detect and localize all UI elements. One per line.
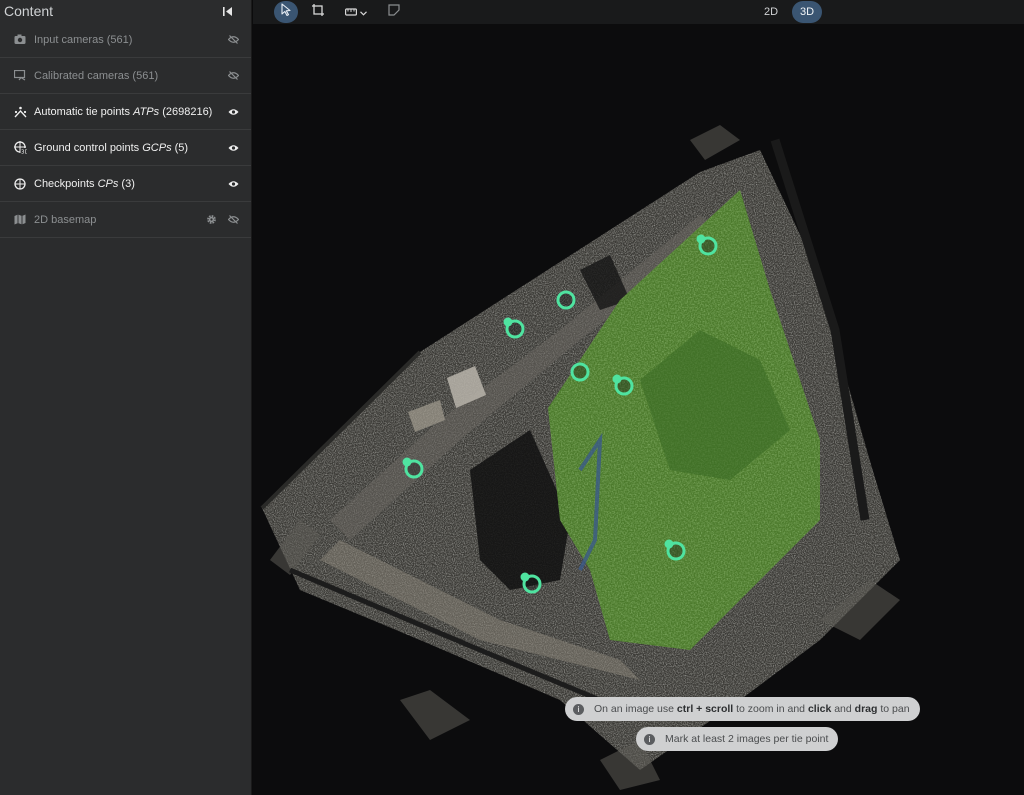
svg-text:3D: 3D (21, 150, 27, 155)
settings-gear-icon[interactable] (205, 214, 217, 226)
ruler-icon (345, 3, 358, 21)
collapse-sidebar-icon[interactable] (219, 3, 235, 19)
layer-label: Automatic tie points ATPs (2698216) (34, 105, 213, 118)
pointer-icon (280, 3, 292, 21)
point-cloud-canvas[interactable] (253, 24, 1024, 795)
sidebar-header: Content (0, 0, 251, 22)
view-3d-button[interactable]: 3D (792, 1, 822, 23)
measure-tool-dropdown[interactable] (340, 1, 372, 23)
viewer-toolbar: 2D 3D (253, 0, 1024, 24)
tiepoint-hint-toast: i Mark at least 2 images per tie point (636, 727, 839, 751)
calibrated-camera-icon (13, 69, 27, 83)
checkpoint-icon (13, 177, 27, 191)
crop-icon (312, 3, 324, 21)
layer-label: 2D basemap (34, 213, 97, 226)
visibility-on-icon[interactable] (227, 142, 239, 154)
layer-ground-control-points[interactable]: 3D Ground control points GCPs (5) (0, 130, 251, 166)
gcp-marker[interactable] (570, 362, 590, 382)
layer-label: Input cameras (561) (34, 33, 133, 46)
view-2d-button[interactable]: 2D (756, 1, 786, 23)
layer-label: Calibrated cameras (561) (34, 69, 159, 82)
zoom-hint-text: On an image use ctrl + scroll to zoom in… (594, 703, 910, 715)
visibility-off-icon[interactable] (227, 34, 239, 46)
polygon-tool-button[interactable] (382, 1, 406, 23)
visibility-on-icon[interactable] (227, 106, 239, 118)
layer-label: Checkpoints CPs (3) (34, 177, 135, 190)
map-icon (13, 213, 27, 227)
zoom-hint-toast: i On an image use ctrl + scroll to zoom … (565, 697, 920, 721)
layer-calibrated-cameras[interactable]: Calibrated cameras (561) (0, 58, 251, 94)
select-tool-button[interactable] (274, 1, 298, 23)
polygon-icon (387, 3, 401, 21)
3d-viewport[interactable]: i On an image use ctrl + scroll to zoom … (253, 24, 1024, 795)
view-mode-toggle: 2D 3D (756, 0, 822, 24)
layer-automatic-tie-points[interactable]: Automatic tie points ATPs (2698216) (0, 94, 251, 130)
layer-input-cameras[interactable]: Input cameras (561) (0, 22, 251, 58)
gcp-marker[interactable] (556, 290, 576, 310)
sidebar-title: Content (4, 3, 54, 19)
tie-points-icon (13, 105, 27, 119)
visibility-off-icon[interactable] (227, 214, 239, 226)
info-icon: i (573, 703, 584, 715)
layer-2d-basemap[interactable]: 2D basemap (0, 202, 251, 238)
tiepoint-hint-text: Mark at least 2 images per tie point (665, 733, 829, 745)
layer-label: Ground control points GCPs (5) (34, 141, 189, 154)
layer-checkpoints[interactable]: Checkpoints CPs (3) (0, 166, 251, 202)
content-sidebar: Content Input cameras (561) Calibrated c… (0, 0, 252, 795)
info-icon: i (644, 733, 655, 745)
camera-icon (13, 33, 27, 47)
visibility-off-icon[interactable] (227, 70, 239, 82)
gcp-icon: 3D (13, 141, 27, 155)
visibility-on-icon[interactable] (227, 178, 239, 190)
chevron-down-icon (360, 3, 367, 21)
crop-tool-button[interactable] (306, 1, 330, 23)
